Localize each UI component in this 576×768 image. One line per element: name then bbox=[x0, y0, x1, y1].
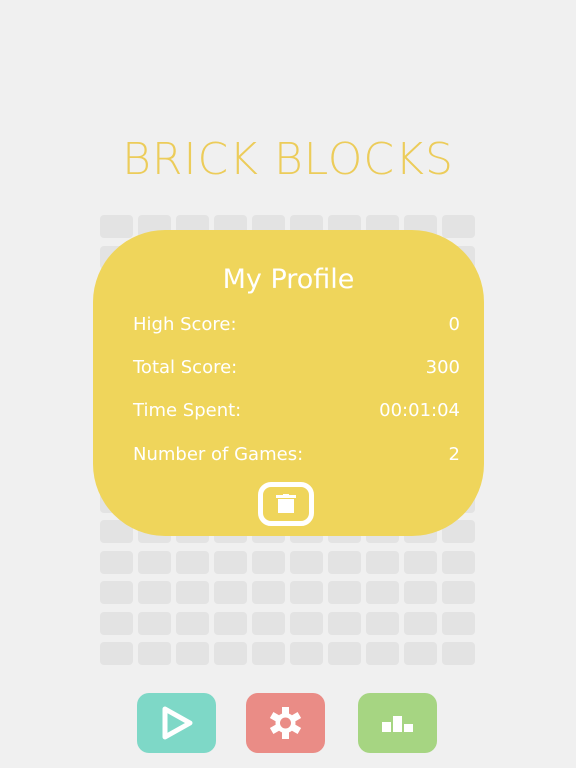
board-cell bbox=[328, 642, 361, 665]
profile-panel: My Profile High Score: 0 Total Score: 30… bbox=[93, 230, 484, 536]
leaderboard-button[interactable] bbox=[358, 693, 437, 753]
stat-row-high-score: High Score: 0 bbox=[133, 310, 460, 340]
board-cell bbox=[290, 581, 323, 604]
board-cell bbox=[252, 611, 285, 635]
board-cell bbox=[176, 550, 209, 574]
board-cell bbox=[442, 581, 475, 604]
board-cell bbox=[176, 642, 209, 665]
board-cell bbox=[366, 550, 399, 574]
board-cell bbox=[328, 550, 361, 574]
stat-value: 00:01:04 bbox=[379, 400, 460, 421]
board-cell bbox=[214, 550, 247, 574]
board-cell bbox=[366, 581, 399, 604]
gear-icon bbox=[269, 707, 302, 739]
board-cell bbox=[100, 611, 133, 635]
board-cell bbox=[404, 550, 437, 574]
board-cell bbox=[100, 215, 133, 238]
board-cell bbox=[442, 215, 475, 238]
board-cell bbox=[100, 581, 133, 604]
board-cell bbox=[328, 581, 361, 604]
board-cell bbox=[138, 611, 171, 635]
delete-profile-button[interactable] bbox=[258, 482, 314, 526]
settings-button[interactable] bbox=[246, 693, 325, 753]
stat-label: Time Spent: bbox=[133, 400, 242, 421]
board-cell bbox=[138, 642, 171, 665]
board-cell bbox=[138, 550, 171, 574]
stat-value: 300 bbox=[425, 357, 460, 378]
board-cell bbox=[138, 581, 171, 604]
stat-value: 2 bbox=[448, 444, 460, 465]
board-cell bbox=[252, 581, 285, 604]
board-cell bbox=[176, 581, 209, 604]
board-cell bbox=[214, 611, 247, 635]
board-cell bbox=[252, 550, 285, 574]
board-cell bbox=[442, 611, 475, 635]
game-title: BRICK BLOCKS bbox=[122, 134, 454, 185]
board-cell bbox=[100, 550, 133, 574]
stat-row-number-of-games: Number of Games: 2 bbox=[133, 440, 460, 470]
board-cell bbox=[366, 642, 399, 665]
board-cell bbox=[214, 642, 247, 665]
stat-label: High Score: bbox=[133, 314, 237, 335]
board-cell bbox=[442, 550, 475, 574]
board-cell bbox=[176, 611, 209, 635]
podium-icon bbox=[382, 716, 413, 732]
board-cell bbox=[100, 642, 133, 665]
game-screen: BRICK BLOCKS My Profile High Score: 0 To… bbox=[0, 0, 576, 768]
board-cell bbox=[290, 611, 323, 635]
play-icon bbox=[162, 706, 193, 740]
board-cell bbox=[290, 550, 323, 574]
board-cell bbox=[290, 642, 323, 665]
board-cell bbox=[442, 642, 475, 665]
stat-label: Number of Games: bbox=[133, 444, 304, 465]
stat-value: 0 bbox=[448, 314, 460, 335]
stat-row-total-score: Total Score: 300 bbox=[133, 353, 460, 383]
board-cell bbox=[404, 611, 437, 635]
profile-title: My Profile bbox=[222, 264, 355, 295]
board-cell bbox=[366, 611, 399, 635]
board-cell bbox=[404, 642, 437, 665]
board-cell bbox=[214, 581, 247, 604]
board-cell bbox=[252, 642, 285, 665]
play-button[interactable] bbox=[137, 693, 216, 753]
board-cell bbox=[404, 581, 437, 604]
stat-label: Total Score: bbox=[133, 357, 238, 378]
stat-row-time-spent: Time Spent: 00:01:04 bbox=[133, 396, 460, 426]
trash-icon bbox=[276, 494, 296, 513]
board-cell bbox=[328, 611, 361, 635]
